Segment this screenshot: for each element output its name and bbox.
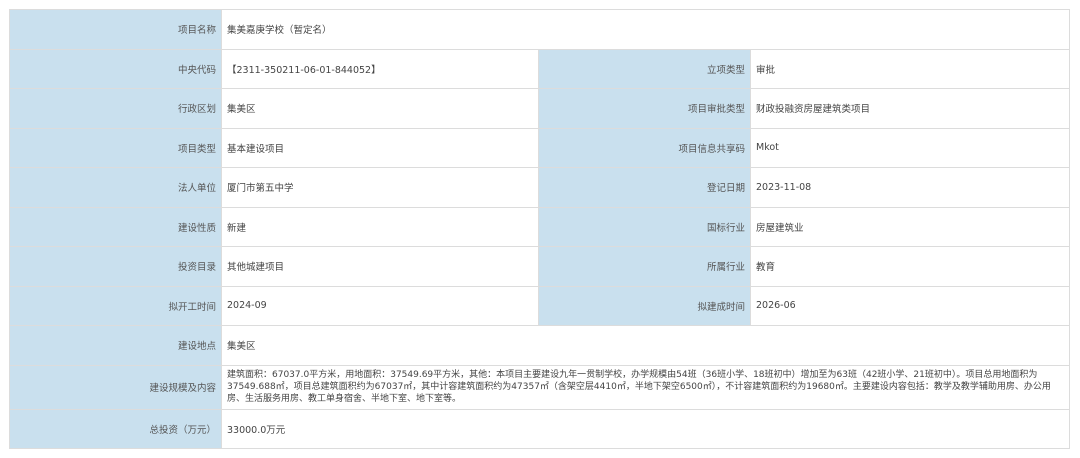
table-row: 行政区划 集美区 项目审批类型 财政投融资房屋建筑类项目 bbox=[9, 88, 1071, 129]
table-row: 项目类型 基本建设项目 项目信息共享码 Mkot bbox=[9, 127, 1071, 168]
field-label: 投资目录 bbox=[9, 246, 222, 287]
table-row: 拟开工时间 2024-09 拟建成时间 2026-06 bbox=[9, 285, 1071, 326]
field-value: 其他城建项目 bbox=[221, 246, 539, 287]
field-label: 国标行业 bbox=[538, 206, 751, 247]
field-value: 建筑面积：67037.0平方米，用地面积：37549.69平方米，其他：本项目主… bbox=[220, 364, 1071, 410]
table-row: 建设地点 集美区 bbox=[9, 325, 1071, 366]
field-value: 集美区 bbox=[221, 88, 539, 129]
field-label: 建设性质 bbox=[9, 206, 222, 247]
field-label: 登记日期 bbox=[538, 167, 751, 208]
field-label: 中央代码 bbox=[9, 48, 222, 89]
field-label: 总投资（万元） bbox=[9, 408, 222, 449]
field-value: 集美区 bbox=[220, 325, 1071, 366]
field-value: 【2311-350211-06-01-844052】 bbox=[221, 48, 539, 89]
field-value: 审批 bbox=[749, 48, 1071, 89]
field-label: 项目类型 bbox=[9, 127, 222, 168]
field-value: 2026-06 bbox=[749, 285, 1071, 326]
project-info-table: 项目名称 集美嘉庚学校（暂定名） 中央代码 【2311-350211-06-01-84… bbox=[9, 9, 1071, 449]
field-value: 财政投融资房屋建筑类项目 bbox=[749, 88, 1071, 129]
field-label: 项目名称 bbox=[9, 9, 222, 50]
field-value: 33000.0万元 bbox=[220, 408, 1071, 449]
field-label: 建设规模及内容 bbox=[9, 364, 222, 410]
table-row: 法人单位 厦门市第五中学 登记日期 2023-11-08 bbox=[9, 167, 1071, 208]
field-label: 拟建成时间 bbox=[538, 285, 751, 326]
field-label: 建设地点 bbox=[9, 325, 222, 366]
field-value: 基本建设项目 bbox=[221, 127, 539, 168]
field-label: 立项类型 bbox=[538, 48, 751, 89]
field-label: 项目审批类型 bbox=[538, 88, 751, 129]
field-label: 拟开工时间 bbox=[9, 285, 222, 326]
field-value: 新建 bbox=[221, 206, 539, 247]
table-row: 中央代码 【2311-350211-06-01-844052】 立项类型 审批 bbox=[9, 48, 1071, 89]
field-value: 房屋建筑业 bbox=[749, 206, 1071, 247]
field-value: 2024-09 bbox=[221, 285, 539, 326]
field-value: Mkot bbox=[749, 127, 1071, 168]
field-label: 行政区划 bbox=[9, 88, 222, 129]
field-label: 法人单位 bbox=[9, 167, 222, 208]
table-row: 建设性质 新建 国标行业 房屋建筑业 bbox=[9, 206, 1071, 247]
table-row: 建设规模及内容 建筑面积：67037.0平方米，用地面积：37549.69平方米，… bbox=[9, 364, 1071, 410]
table-row: 总投资（万元） 33000.0万元 bbox=[9, 408, 1071, 449]
field-value: 教育 bbox=[749, 246, 1071, 287]
table-row: 投资目录 其他城建项目 所属行业 教育 bbox=[9, 246, 1071, 287]
field-value: 集美嘉庚学校（暂定名） bbox=[220, 9, 1071, 50]
field-label: 项目信息共享码 bbox=[538, 127, 751, 168]
field-value: 厦门市第五中学 bbox=[221, 167, 539, 208]
field-value: 2023-11-08 bbox=[749, 167, 1071, 208]
table-row: 项目名称 集美嘉庚学校（暂定名） bbox=[9, 9, 1071, 50]
field-label: 所属行业 bbox=[538, 246, 751, 287]
